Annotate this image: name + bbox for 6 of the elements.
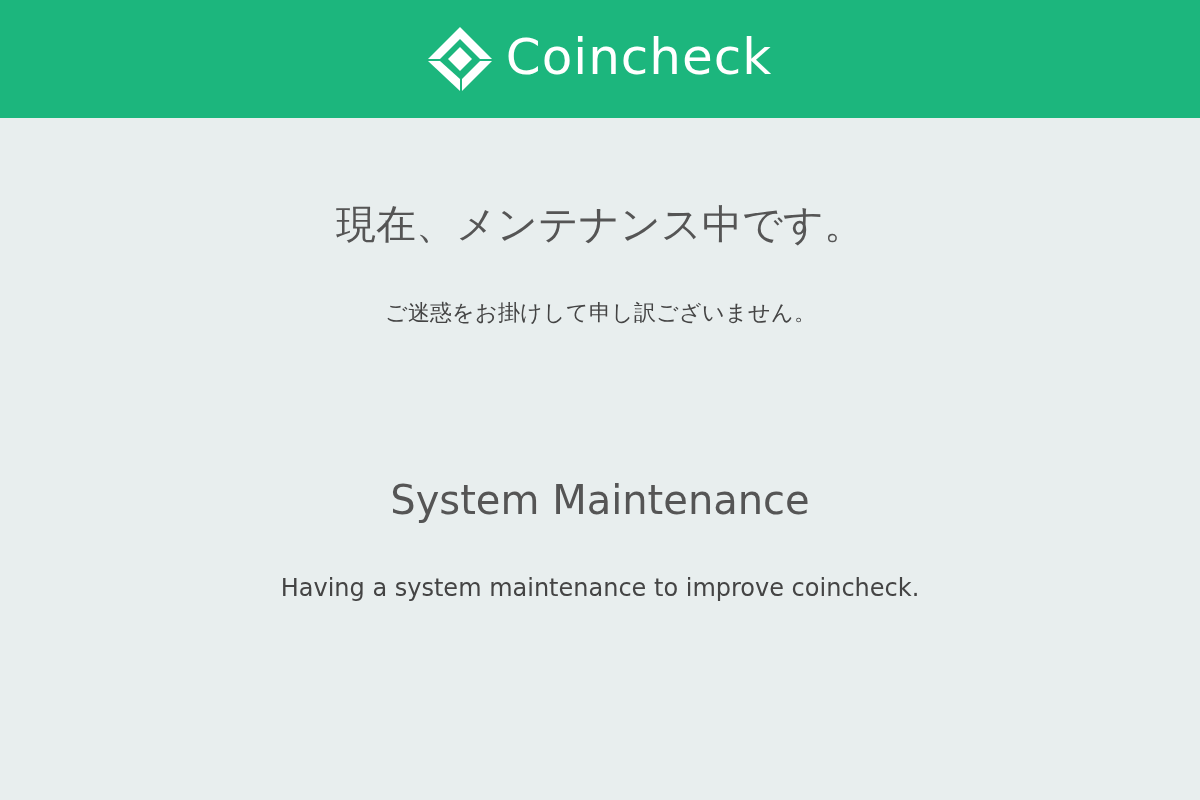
logo-text: Coincheck — [505, 32, 773, 86]
logo-icon — [427, 27, 492, 91]
message-text: Having a system maintenance to improve coincheck. — [280, 574, 920, 604]
message-text: ご迷惑をお掛けして申し訳ございません。 — [384, 300, 816, 327]
page-title: 現在、メンテナンス中です。 — [336, 200, 864, 248]
page-title: System Maintenance — [390, 476, 810, 525]
